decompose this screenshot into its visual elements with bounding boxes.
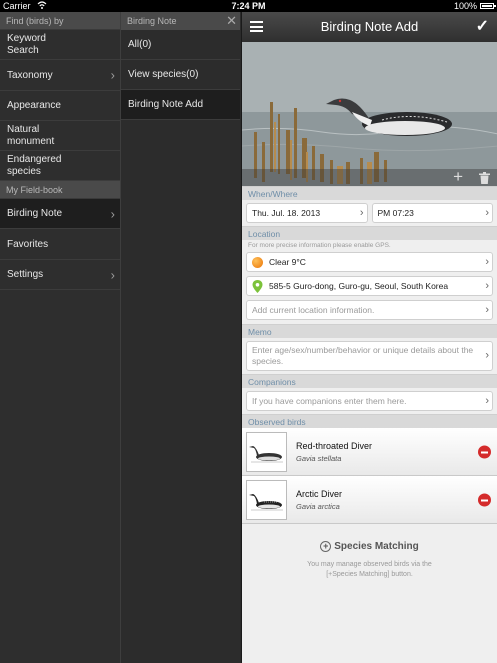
close-icon[interactable]: ✕ [226,12,237,30]
species-matching-button[interactable]: + Species Matching [320,541,419,552]
page-title: Birding Note Add [320,19,419,34]
chevron-right-icon: › [485,207,489,219]
birding-note-header-title: Birding Note [127,16,177,26]
menu-item-natural-monument[interactable]: Natural monument [0,121,120,151]
bird-scientific-name: Gavia stellata [296,453,342,463]
bird-common-name: Red-throated Diver [296,440,373,451]
address-value: 585-5 Guro-dong, Guro-gu, Seoul, South K… [269,281,449,291]
memo-placeholder: Enter age/sex/number/behavior or unique … [252,345,474,366]
menu-item-label: Taxonomy [7,69,53,81]
menu-item-label: Endangered species [7,153,62,177]
chevron-right-icon: › [485,395,489,407]
companions-placeholder: If you have companions enter them here. [252,396,407,406]
menu-item-keyword-search[interactable]: Keyword Search [0,30,120,60]
done-checkmark-icon[interactable]: ✓ [476,16,489,36]
chevron-right-icon: › [485,349,489,362]
add-photo-button[interactable]: + [453,167,463,186]
menu-item-label: Settings [7,269,44,280]
companions-field[interactable]: If you have companions enter them here. … [246,391,493,411]
menu-item-favorites[interactable]: Favorites [0,229,120,260]
add-location-placeholder: Add current location information. [252,305,375,315]
chevron-right-icon: › [485,280,489,292]
status-bar: Carrier 7:24 PM 100% [0,0,497,12]
chevron-right-icon: › [110,206,115,221]
menu-item-label: Natural monument [7,123,55,147]
bird-photo-image [242,42,497,186]
nav-bar: Birding Note Add ✓ [242,12,497,42]
chevron-right-icon: › [110,67,115,83]
battery-percent: 100% [453,1,477,11]
chevron-right-icon: › [485,256,489,268]
observed-bird-row[interactable]: Arctic Diver Gavia arctica [242,476,497,524]
diver-icon [249,493,283,510]
clock: 7:24 PM [231,1,266,11]
memo-field[interactable]: Enter age/sex/number/behavior or unique … [246,341,493,371]
when-where-header: When/Where [242,186,497,200]
chevron-right-icon: › [359,207,364,219]
submenu-item-label: All(0) [128,39,152,50]
trash-icon[interactable] [479,172,490,184]
species-matching-section: + Species Matching You may manage observ… [242,524,497,580]
photo-toolbar: + [242,167,497,186]
menu-item-endangered-species[interactable]: Endangered species [0,151,120,181]
species-matching-label: Species Matching [334,541,419,552]
time-field[interactable]: PM 07:23 › [371,203,493,223]
address-field[interactable]: 585-5 Guro-dong, Guro-gu, Seoul, South K… [246,276,493,296]
species-matching-description: You may manage observed birds via the [+… [307,561,432,578]
chevron-right-icon: › [485,304,489,316]
weather-field[interactable]: Clear 9°C › [246,252,493,272]
battery-icon [480,3,496,9]
weather-icon [252,256,263,268]
gps-hint: For more precise information please enab… [248,242,391,249]
remove-bird-button[interactable] [478,493,491,506]
menu-item-label: Birding Note [7,208,63,219]
observed-bird-row[interactable]: Red-throated Diver Gavia stellata [242,428,497,476]
observed-birds-header: Observed birds [242,414,497,428]
find-by-header: Find (birds) by [0,12,120,30]
date-field[interactable]: Thu. Jul. 18. 2013 › [246,203,368,223]
memo-header: Memo [242,324,497,338]
submenu-item-label: Birding Note Add [128,99,204,110]
add-location-field[interactable]: Add current location information. › [246,300,493,320]
chevron-right-icon: › [110,267,115,282]
main-menu: Find (birds) by Keyword Search Taxonomy … [0,12,120,663]
bird-scientific-name: Gavia arctica [296,501,340,511]
location-header: Location [242,226,497,240]
weather-value: Clear 9°C [269,257,306,267]
menu-item-taxonomy[interactable]: Taxonomy › [0,60,120,91]
submenu-item-label: View species(0) [128,69,199,80]
date-value: Thu. Jul. 18. 2013 [252,208,321,218]
diver-icon [249,445,283,462]
menu-item-settings[interactable]: Settings › [0,260,120,290]
plus-circle-icon: + [320,541,332,552]
submenu-item-birding-note-add[interactable]: Birding Note Add [121,90,240,120]
menu-item-label: Appearance [7,100,61,111]
birding-note-menu: Birding Note ✕ All(0) View species(0) Bi… [120,12,240,663]
submenu-item-view-species[interactable]: View species(0) [121,60,240,90]
birding-note-add-pane: Birding Note Add ✓ + When/Where Thu. Jul… [241,12,497,663]
menu-item-appearance[interactable]: Appearance [0,91,120,121]
time-value: PM 07:23 [377,208,414,218]
submenu-item-all[interactable]: All(0) [121,30,240,60]
bird-common-name: Arctic Diver [296,488,343,499]
bird-photo[interactable]: + [242,42,497,186]
my-field-book-header: My Field-book [0,181,120,199]
menu-item-label: Keyword Search [7,32,46,56]
menu-item-birding-note[interactable]: Birding Note › [0,199,120,229]
observed-birds-list: Red-throated Diver Gavia stellata Arctic… [242,428,497,524]
companions-header: Companions [242,374,497,388]
menu-item-label: Favorites [7,238,49,250]
birding-note-header: Birding Note ✕ [121,12,240,30]
bird-thumbnail [246,431,287,472]
remove-bird-button[interactable] [478,445,491,458]
location-pin-icon [252,279,263,293]
bird-thumbnail [246,479,287,520]
